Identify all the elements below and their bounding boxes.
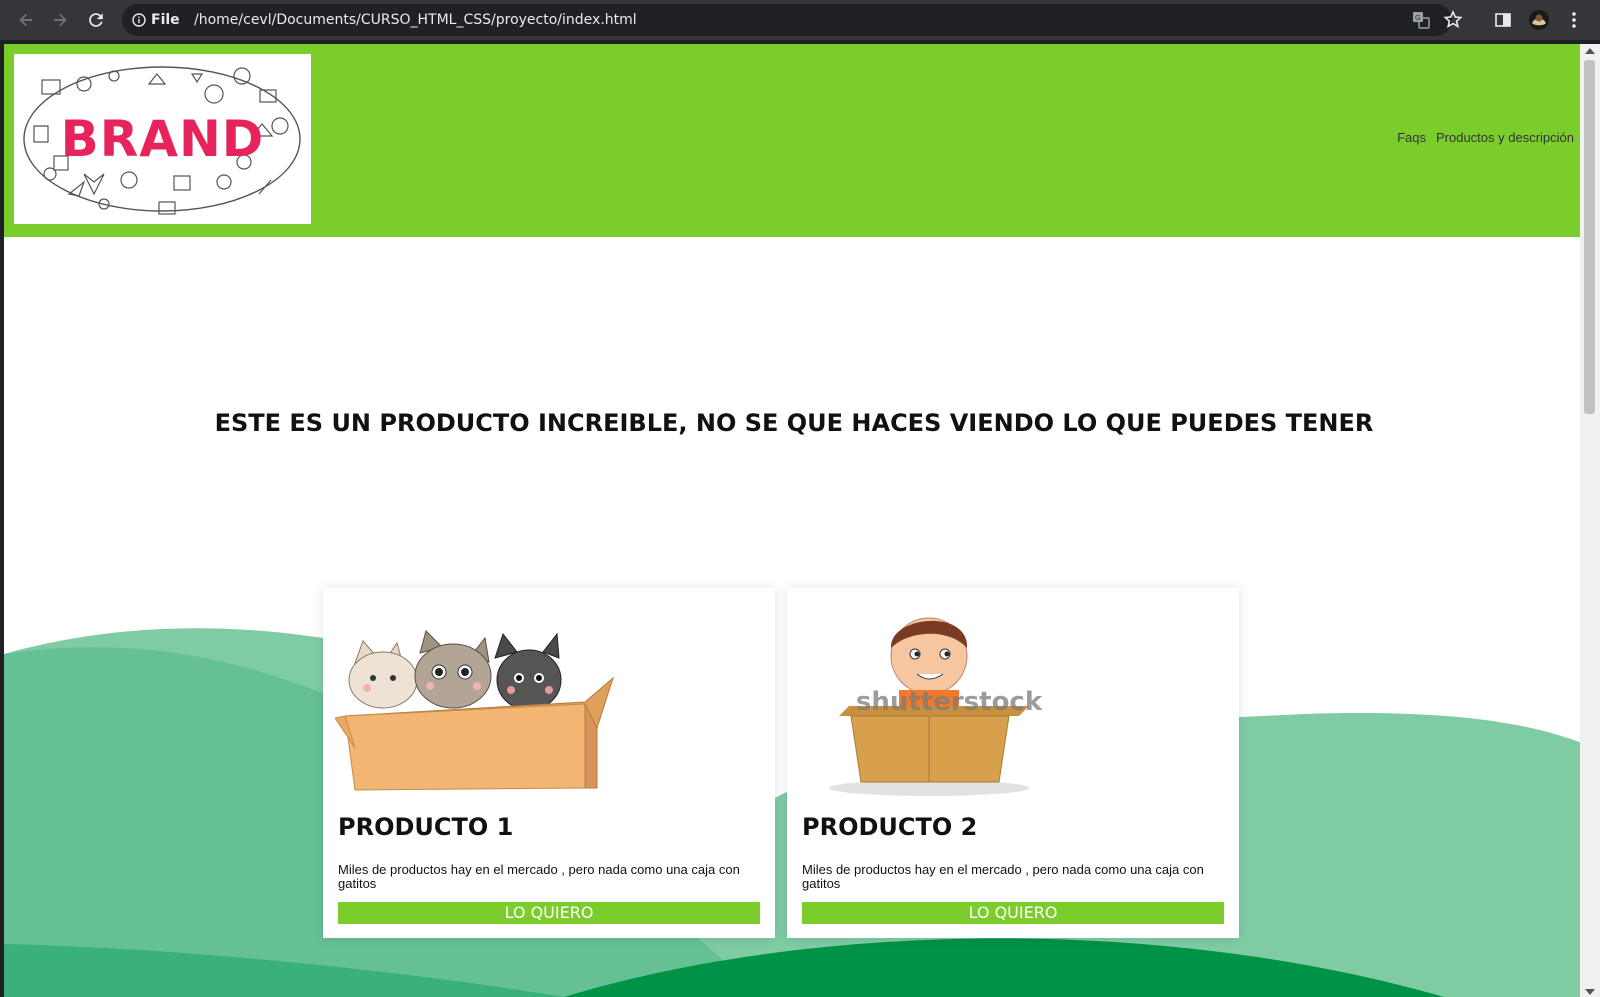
hero-title: ESTE ES UN PRODUCTO INCREIBLE, NO SE QUE… [214,409,1374,437]
product-card-2: shutterstock PRODUCTO 2 Miles de product… [787,588,1239,938]
product-description: Miles de productos hay en el mercado , p… [338,862,740,891]
logo-text: BRAND [60,110,265,168]
menu-dots-icon[interactable] [1563,9,1585,31]
forward-arrow-icon[interactable] [48,8,72,32]
lo-quiero-button-1[interactable]: LO QUIERO [338,902,760,924]
browser-toolbar: File /home/cevl/Documents/CURSO_HTML_CSS… [0,0,1600,40]
nav-link-productos[interactable]: Productos y descripción [1436,130,1574,145]
cat-left [348,640,418,709]
back-arrow-icon[interactable] [14,8,38,32]
cat-right [494,632,562,711]
box-front [344,703,586,791]
bookmark-star-icon[interactable] [1442,9,1464,31]
product-title: PRODUCTO 1 [338,813,514,841]
site-header: BRAND Faqs Productos y descripción [4,44,1584,237]
reload-icon[interactable] [84,8,108,32]
main-nav: Faqs Productos y descripción [1397,130,1574,145]
box-front [850,715,1010,783]
brand-logo[interactable]: BRAND [14,54,311,224]
scrollbar-thumb[interactable] [1584,60,1595,414]
nav-link-faqs[interactable]: Faqs [1397,130,1426,145]
side-panel-icon[interactable] [1492,9,1514,31]
url-text[interactable]: /home/cevl/Documents/CURSO_HTML_CSS/proy… [194,10,637,30]
product-title: PRODUCTO 2 [802,813,978,841]
product-card-1: PRODUCTO 1 Miles de productos hay en el … [323,588,775,938]
lo-quiero-button-2[interactable]: LO QUIERO [802,902,1224,924]
scroll-down-arrow-icon[interactable] [1585,989,1595,995]
shutterstock-watermark: shutterstock [856,687,1043,717]
info-label: File [151,12,180,28]
svg-text:G: G [1415,14,1420,22]
cat-middle [414,630,492,709]
scroll-up-arrow-icon[interactable] [1585,48,1595,54]
translate-icon[interactable]: G [1410,9,1432,31]
page-viewport: BRAND Faqs Productos y descripción ESTE … [4,44,1584,997]
info-icon [132,13,146,27]
site-info-chip[interactable]: File [132,10,180,30]
vertical-scrollbar[interactable] [1580,44,1600,997]
boy-in-box-illustration: shutterstock [829,617,1043,796]
product-description: Miles de productos hay en el mercado , p… [802,862,1204,891]
profile-avatar[interactable] [1528,9,1550,31]
cats-in-box-illustration [335,630,615,791]
